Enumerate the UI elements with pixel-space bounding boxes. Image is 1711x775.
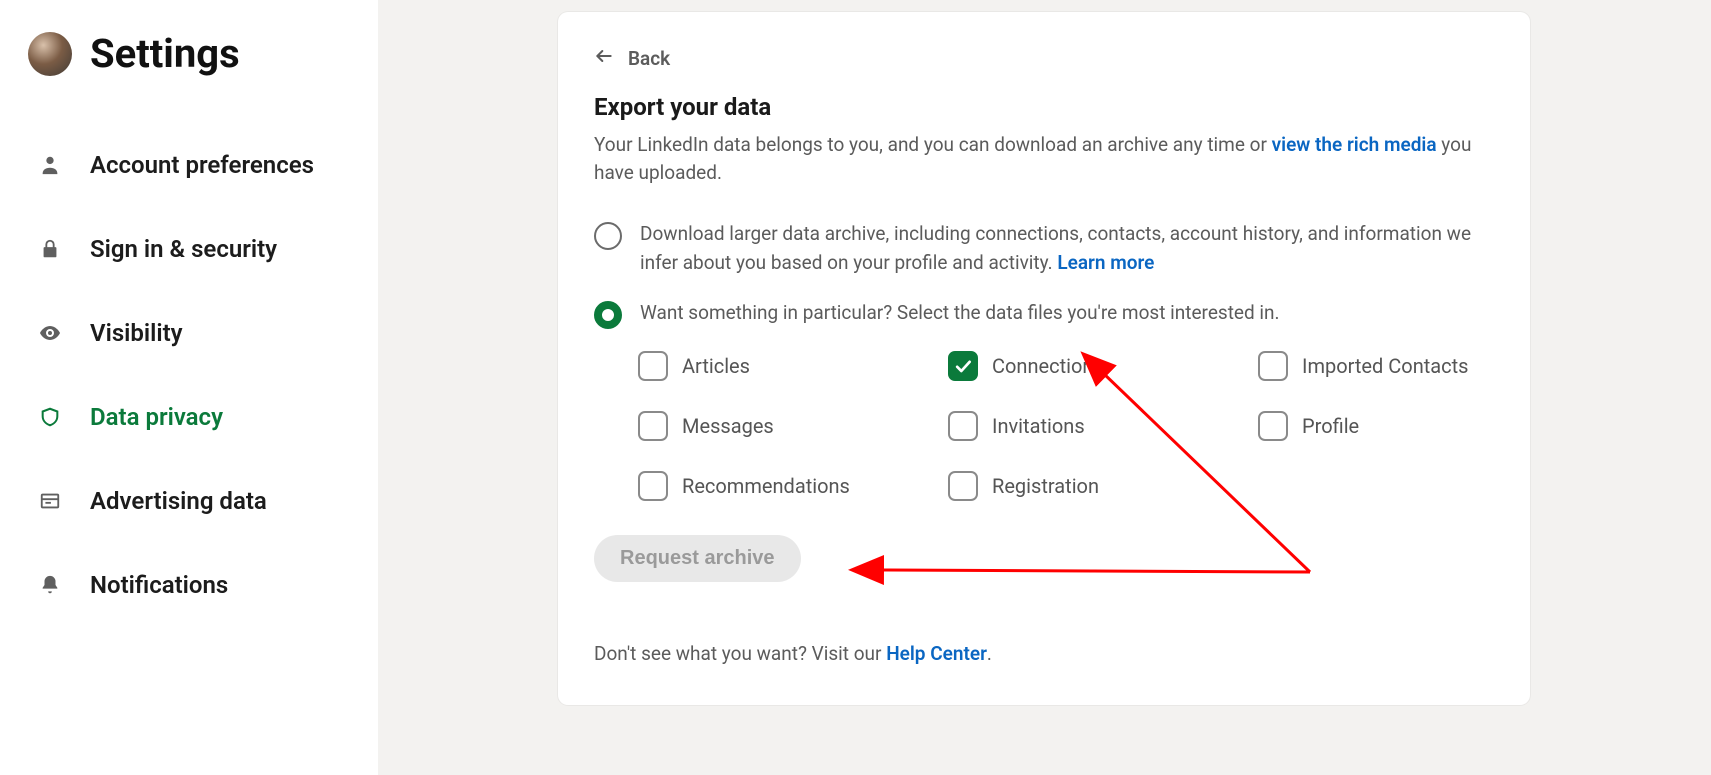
lock-icon bbox=[36, 235, 64, 263]
sidebar-item-label: Sign in & security bbox=[90, 235, 277, 263]
checkbox[interactable] bbox=[948, 351, 978, 381]
check-registration[interactable]: Registration bbox=[948, 471, 1258, 501]
sidebar-item-account-preferences[interactable]: Account preferences bbox=[28, 123, 350, 207]
main-content: Back Export your data Your LinkedIn data… bbox=[378, 0, 1711, 775]
check-label: Recommendations bbox=[682, 474, 850, 498]
option-select-files[interactable]: Want something in particular? Select the… bbox=[594, 299, 1494, 329]
check-label: Registration bbox=[992, 474, 1099, 498]
bell-icon bbox=[36, 571, 64, 599]
checkbox[interactable] bbox=[638, 411, 668, 441]
sidebar-item-advertising-data[interactable]: Advertising data bbox=[28, 459, 350, 543]
sidebar-item-visibility[interactable]: Visibility bbox=[28, 291, 350, 375]
sidebar-item-label: Advertising data bbox=[90, 487, 267, 515]
page-title: Export your data bbox=[594, 93, 1494, 121]
person-icon bbox=[36, 151, 64, 179]
back-label: Back bbox=[628, 47, 670, 70]
check-label: Profile bbox=[1302, 414, 1359, 438]
view-rich-media-link[interactable]: view the rich media bbox=[1272, 133, 1437, 156]
page-description: Your LinkedIn data belongs to you, and y… bbox=[594, 131, 1494, 186]
check-imported-contacts[interactable]: Imported Contacts bbox=[1258, 351, 1494, 381]
help-center-link[interactable]: Help Center bbox=[886, 642, 987, 665]
checkbox[interactable] bbox=[638, 351, 668, 381]
newspaper-icon bbox=[36, 487, 64, 515]
sidebar-header: Settings bbox=[28, 30, 350, 77]
export-data-card: Back Export your data Your LinkedIn data… bbox=[558, 12, 1530, 705]
settings-title: Settings bbox=[90, 30, 240, 77]
request-archive-button[interactable]: Request archive bbox=[594, 535, 801, 582]
checkbox[interactable] bbox=[1258, 351, 1288, 381]
check-label: Imported Contacts bbox=[1302, 354, 1469, 378]
option-label: Download larger data archive, including … bbox=[640, 220, 1494, 277]
sidebar-item-label: Data privacy bbox=[90, 403, 223, 431]
back-button[interactable]: Back bbox=[594, 46, 670, 71]
checkbox[interactable] bbox=[948, 471, 978, 501]
shield-icon bbox=[36, 403, 64, 431]
checkbox[interactable] bbox=[638, 471, 668, 501]
learn-more-link[interactable]: Learn more bbox=[1057, 251, 1154, 274]
data-files-grid: Articles Connections Imported Contacts M… bbox=[638, 351, 1494, 501]
check-articles[interactable]: Articles bbox=[638, 351, 948, 381]
option-larger-archive[interactable]: Download larger data archive, including … bbox=[594, 220, 1494, 277]
radio-button[interactable] bbox=[594, 301, 622, 329]
eye-icon bbox=[36, 319, 64, 347]
check-label: Connections bbox=[992, 354, 1104, 378]
sidebar-item-label: Visibility bbox=[90, 319, 183, 347]
checkbox[interactable] bbox=[948, 411, 978, 441]
help-footer: Don't see what you want? Visit our Help … bbox=[594, 642, 1494, 665]
check-icon bbox=[953, 356, 973, 376]
check-profile[interactable]: Profile bbox=[1258, 411, 1494, 441]
option-label: Want something in particular? Select the… bbox=[640, 299, 1280, 328]
settings-sidebar: Settings Account preferences Sign in & s… bbox=[0, 0, 378, 775]
sidebar-item-data-privacy[interactable]: Data privacy bbox=[28, 375, 350, 459]
check-invitations[interactable]: Invitations bbox=[948, 411, 1258, 441]
sidebar-item-label: Notifications bbox=[90, 571, 228, 599]
sidebar-item-sign-in-security[interactable]: Sign in & security bbox=[28, 207, 350, 291]
arrow-left-icon bbox=[594, 46, 614, 71]
check-messages[interactable]: Messages bbox=[638, 411, 948, 441]
check-connections[interactable]: Connections bbox=[948, 351, 1258, 381]
checkbox[interactable] bbox=[1258, 411, 1288, 441]
check-recommendations[interactable]: Recommendations bbox=[638, 471, 948, 501]
avatar[interactable] bbox=[28, 32, 72, 76]
check-label: Invitations bbox=[992, 414, 1085, 438]
check-label: Articles bbox=[682, 354, 750, 378]
radio-button[interactable] bbox=[594, 222, 622, 250]
sidebar-item-notifications[interactable]: Notifications bbox=[28, 543, 350, 627]
check-label: Messages bbox=[682, 414, 774, 438]
sidebar-item-label: Account preferences bbox=[90, 151, 314, 179]
